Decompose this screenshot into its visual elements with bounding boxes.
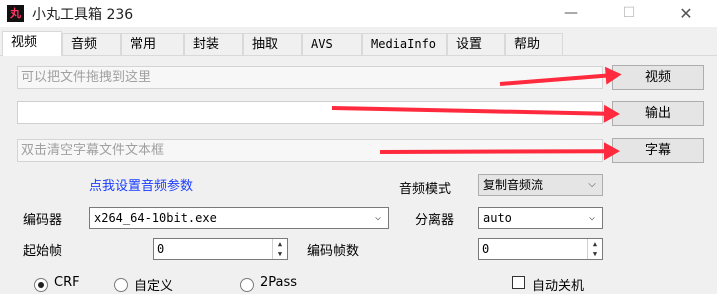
window-title: 小丸工具箱 236: [32, 7, 134, 23]
tab-help[interactable]: 帮助: [505, 33, 563, 55]
splitter-label: 分离器: [415, 213, 455, 228]
start-frame-value: 0: [157, 242, 165, 256]
stepper-down-icon[interactable]: ▼: [273, 249, 287, 259]
tab-extract[interactable]: 抽取: [243, 33, 302, 55]
app-icon: 丸: [7, 5, 24, 22]
encoder-value: x264_64-10bit.exe: [94, 211, 217, 225]
stepper-up-icon[interactable]: ▲: [273, 239, 287, 249]
title-bar: 丸 小丸工具箱 236 — ☐ ✕: [0, 0, 717, 27]
tab-mediainfo[interactable]: MediaInfo: [362, 33, 447, 55]
encode-frames-label: 编码帧数: [307, 244, 360, 259]
splitter-value: auto: [483, 211, 512, 225]
start-frame-label: 起始帧: [23, 244, 63, 259]
minimize-button[interactable]: —: [548, 0, 594, 27]
radio-2pass[interactable]: [240, 278, 254, 292]
stepper-up-icon[interactable]: ▲: [588, 239, 602, 249]
radio-crf[interactable]: [34, 278, 48, 292]
tab-settings[interactable]: 设置: [447, 33, 505, 55]
subtitle-button[interactable]: 字幕: [612, 138, 704, 163]
stepper-arrows[interactable]: ▲ ▼: [587, 239, 602, 259]
auto-shutdown-checkbox[interactable]: [512, 276, 525, 289]
tab-common[interactable]: 常用: [121, 33, 184, 55]
chevron-down-icon: ⌵: [374, 212, 382, 223]
tab-video[interactable]: 视频: [2, 31, 62, 56]
video-button[interactable]: 视频: [612, 65, 704, 90]
radio-crf-label: CRF: [54, 275, 80, 290]
video-input-field[interactable]: 可以把文件拖拽到这里: [17, 66, 603, 89]
audio-settings-link[interactable]: 点我设置音频参数: [89, 175, 193, 194]
audio-mode-label: 音频模式: [399, 182, 452, 197]
encoder-label: 编码器: [23, 213, 63, 228]
output-button[interactable]: 输出: [612, 101, 704, 126]
close-button[interactable]: ✕: [663, 0, 709, 27]
radio-custom[interactable]: [114, 278, 128, 292]
encode-frames-value: 0: [482, 242, 490, 256]
tab-bar: 视频 音频 常用 封装 抽取 AVS MediaInfo 设置 帮助: [0, 31, 717, 56]
chevron-down-icon: ⌵: [588, 179, 596, 190]
tab-audio[interactable]: 音频: [62, 33, 121, 55]
tab-avs[interactable]: AVS: [302, 33, 362, 55]
maximize-button[interactable]: ☐: [606, 0, 652, 27]
chevron-down-icon: ⌵: [588, 212, 596, 223]
radio-2pass-label: 2Pass: [260, 275, 298, 290]
start-frame-stepper[interactable]: 0 ▲ ▼: [153, 238, 288, 260]
tab-mux[interactable]: 封装: [184, 33, 243, 55]
audio-mode-select[interactable]: 复制音频流 ⌵: [478, 174, 603, 196]
annotation-arrow: [379, 149, 607, 154]
stepper-down-icon[interactable]: ▼: [588, 249, 602, 259]
stepper-arrows[interactable]: ▲ ▼: [272, 239, 287, 259]
splitter-select[interactable]: auto ⌵: [478, 207, 603, 229]
audio-mode-value: 复制音频流: [483, 178, 544, 192]
encode-frames-stepper[interactable]: 0 ▲ ▼: [478, 238, 603, 260]
encoder-select[interactable]: x264_64-10bit.exe ⌵: [89, 207, 389, 229]
